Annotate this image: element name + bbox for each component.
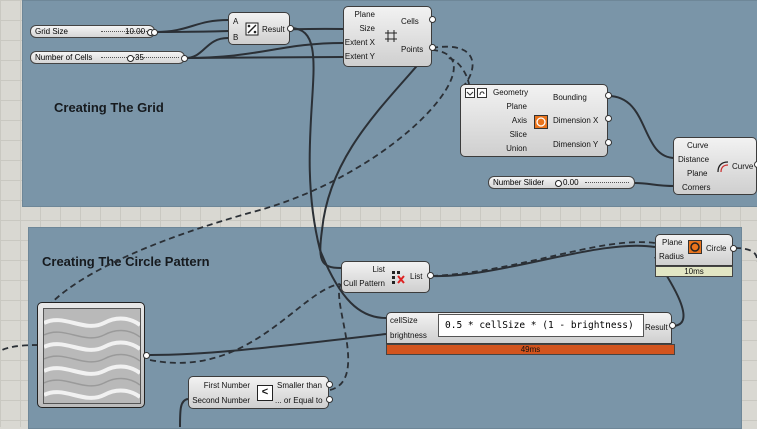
input-brightness: brightness — [390, 331, 427, 340]
input-corners: Corners — [682, 183, 711, 192]
cull-pattern-component[interactable]: List Cull Pattern List — [341, 261, 430, 293]
port-circle-out[interactable] — [730, 245, 737, 252]
port-smaller-out[interactable] — [326, 381, 333, 388]
output-curve: Curve — [732, 162, 754, 171]
group-title-circle: Creating The Circle Pattern — [42, 254, 210, 269]
param-graft-icon[interactable] — [477, 88, 487, 98]
square-grid-component[interactable]: Plane Size Extent X Extent Y Cells Point… — [343, 6, 432, 67]
port-cells-grid-out[interactable] — [429, 16, 436, 23]
output-dimension-x: Dimension X — [553, 116, 599, 125]
input-first-number: First Number — [203, 381, 250, 390]
input-slice: Slice — [509, 130, 527, 139]
input-b: B — [233, 33, 239, 42]
division-output: Result — [262, 25, 285, 34]
input-list: List — [372, 265, 385, 274]
port-cull-out[interactable] — [427, 272, 434, 279]
number-slider-knob[interactable] — [555, 180, 562, 187]
sampled-image — [43, 308, 141, 404]
port-result-expr-out[interactable] — [669, 322, 676, 329]
input-cellsize: cellSize — [390, 316, 418, 325]
param-flag-icon[interactable] — [465, 88, 475, 98]
output-result: Result — [645, 323, 668, 332]
output-cells: Cells — [401, 17, 419, 26]
smaller-than-component[interactable]: First Number Second Number < Smaller tha… — [188, 376, 329, 409]
output-or-equal: ... or Equal to — [275, 396, 323, 405]
input-plane: Plane — [354, 10, 375, 19]
port-cells-out[interactable] — [181, 55, 188, 62]
port-points-out[interactable] — [429, 44, 436, 51]
input-extent-y: Extent Y — [344, 52, 375, 61]
grid-size-label: Grid Size — [35, 27, 68, 36]
input-a: A — [233, 17, 239, 26]
number-of-cells-label: Number of Cells — [35, 53, 93, 62]
bounding-box-component[interactable]: Geometry Plane Axis Slice Union Bounding… — [460, 84, 608, 157]
port-sampler-out[interactable] — [143, 352, 150, 359]
wave-pattern-image — [44, 309, 140, 403]
expression-text[interactable]: 0.5 * cellSize * (1 - brightness) — [438, 314, 644, 337]
smaller-than-icon: < — [257, 385, 273, 401]
port-result-out[interactable] — [287, 25, 294, 32]
rectangle-component[interactable]: Curve Distance Plane Corners Curve — [673, 137, 757, 195]
number-of-cells-knob[interactable] — [127, 55, 134, 62]
output-circle: Circle — [706, 244, 727, 253]
grid-size-slider[interactable]: Grid Size 10.00 — [30, 25, 155, 38]
port-dimx-out[interactable] — [605, 115, 612, 122]
output-points: Points — [401, 45, 424, 54]
input-distance: Distance — [678, 155, 710, 164]
input-axis: Axis — [511, 116, 527, 125]
number-slider-value: 0.00 — [563, 178, 579, 187]
circle-icon — [688, 240, 702, 254]
offset-curve-icon — [717, 161, 729, 173]
cull-pattern-icon — [392, 271, 405, 284]
output-bounding: Bounding — [553, 93, 587, 102]
expression-timer: 49ms — [386, 344, 675, 355]
division-icon — [245, 22, 259, 36]
number-of-cells-value: 35 — [135, 53, 144, 62]
input-bbox-plane: Plane — [506, 102, 527, 111]
port-dimy-out[interactable] — [605, 139, 612, 146]
input-circle-plane: Plane — [662, 238, 683, 247]
input-union: Union — [506, 144, 527, 153]
port-or-equal-out[interactable] — [326, 396, 333, 403]
circle-timer: 10ms — [655, 266, 733, 277]
image-sampler-component[interactable] — [37, 302, 145, 408]
input-rect-plane: Plane — [687, 169, 708, 178]
output-dimension-y: Dimension Y — [553, 140, 599, 149]
input-size: Size — [359, 24, 375, 33]
input-cull-pattern: Cull Pattern — [343, 279, 385, 288]
input-curve: Curve — [687, 141, 709, 150]
division-component[interactable]: A B Result — [228, 12, 290, 45]
port-grid-size-out[interactable] — [151, 29, 158, 36]
input-geometry: Geometry — [493, 88, 529, 97]
input-second-number: Second Number — [192, 396, 250, 405]
number-slider[interactable]: Number Slider 0.00 — [488, 176, 635, 189]
number-of-cells-slider[interactable]: Number of Cells 35 — [30, 51, 185, 64]
output-list: List — [410, 272, 423, 281]
square-grid-icon — [385, 30, 397, 42]
bounding-box-icon — [534, 115, 548, 129]
input-extent-x: Extent X — [344, 38, 375, 47]
group-title-grid: Creating The Grid — [54, 100, 164, 115]
grid-size-value: 10.00 — [125, 27, 146, 36]
output-smaller-than: Smaller than — [277, 381, 322, 390]
number-slider-label: Number Slider — [493, 178, 545, 187]
port-bounding-out[interactable] — [605, 92, 612, 99]
input-radius: Radius — [659, 252, 684, 261]
circle-component[interactable]: Plane Radius Circle — [655, 234, 733, 266]
